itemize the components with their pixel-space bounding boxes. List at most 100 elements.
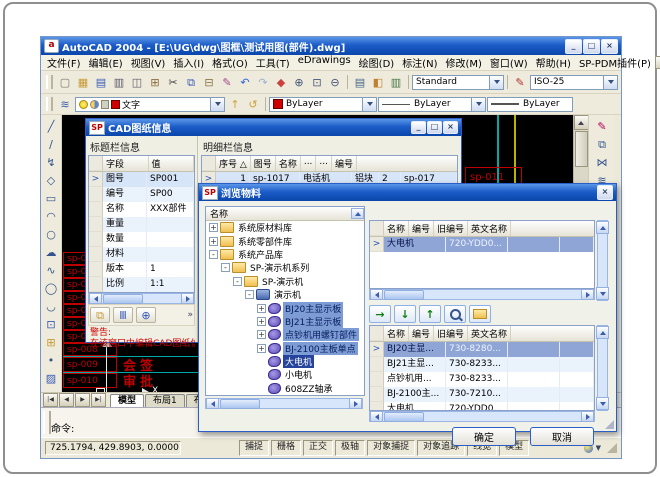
command-window-grab-handle[interactable] (43, 411, 51, 434)
menu-item[interactable]: 修改(M) (441, 55, 485, 70)
ellipse-icon[interactable]: ◯ (42, 279, 60, 297)
layout-tab[interactable]: 模型 (110, 394, 144, 407)
menu-item[interactable]: eDrawings (294, 55, 355, 70)
combo-dropdown-icon[interactable] (210, 98, 224, 111)
tree-item[interactable]: + 点钞机用螺钉部件 (206, 328, 364, 341)
scroll-up-icon[interactable] (596, 221, 609, 234)
toolbar-grip[interactable] (46, 75, 53, 89)
column-header[interactable]: 字段 (103, 156, 149, 171)
copy-object-icon[interactable]: ⧉ (593, 135, 611, 153)
lineweight-combo[interactable]: ByLayer (487, 97, 573, 112)
zoom-window-icon[interactable]: ⊡ (308, 74, 326, 90)
field-row[interactable]: 名称 XXX部件 (89, 202, 194, 217)
column-header[interactable]: 名称 (384, 326, 409, 341)
column-header[interactable]: ... (316, 156, 332, 171)
field-value-cell[interactable] (147, 247, 194, 262)
scroll-left-icon[interactable] (370, 411, 383, 422)
tree-item-label[interactable]: 系统零部件库 (236, 235, 294, 248)
selected-vscrollbar[interactable] (597, 325, 608, 411)
tree-item-label[interactable]: 大电机 (283, 355, 314, 368)
pan-realtime-icon[interactable]: ◆ (272, 74, 290, 90)
selected-row[interactable]: 点钞机用... 730-8233... (370, 372, 594, 387)
field-value-cell[interactable] (147, 232, 194, 247)
menu-item[interactable]: SP-PDM插件(P) (575, 55, 655, 70)
revision-cloud-icon[interactable]: ☁ (42, 243, 60, 261)
scroll-down-icon[interactable] (596, 287, 609, 300)
cancel-button[interactable]: 取消 (530, 427, 594, 446)
layer-combo[interactable]: 文字 (75, 97, 225, 112)
text-style-combo[interactable]: Standard (412, 75, 504, 90)
first-tab-icon[interactable]: |◀ (43, 393, 58, 407)
scrollbar-thumb[interactable] (103, 294, 143, 304)
send-to-list-icon[interactable]: → (369, 305, 391, 323)
field-value-cell[interactable]: SP001 (147, 172, 194, 187)
selected-hscrollbar[interactable] (369, 411, 595, 422)
layout-tab[interactable]: 布局1 (145, 394, 185, 407)
tree-toggle-icon[interactable]: + (257, 344, 266, 353)
column-header[interactable]: 旧编号 (434, 326, 468, 341)
combo-dropdown-icon[interactable] (471, 98, 485, 111)
tree-item-label[interactable]: 系统产品库 (236, 248, 285, 261)
result-row[interactable]: > 大电机 720-YDD0... (370, 237, 594, 252)
make-block-icon[interactable]: ⊞ (42, 333, 60, 351)
publish-icon[interactable]: ⊞ (146, 74, 164, 90)
dim-style-combo[interactable]: ISO-25 (530, 75, 618, 90)
mdi-minimize-button[interactable]: _ (655, 56, 660, 69)
tree-toggle-icon[interactable]: - (233, 277, 242, 286)
close-button[interactable]: × (601, 39, 618, 54)
toolbar-grip[interactable] (46, 97, 53, 111)
field-row[interactable]: 重量 (89, 217, 194, 232)
status-toggle[interactable]: 栅格 (271, 440, 301, 456)
resize-grip-icon[interactable] (607, 443, 617, 453)
tree-toggle-icon[interactable]: - (245, 290, 254, 299)
menu-item[interactable]: 帮助(H) (532, 55, 575, 70)
column-header[interactable]: 编号 (332, 156, 357, 171)
scrollbar-thumb[interactable] (575, 131, 588, 167)
tree-item[interactable]: 大电机 (206, 355, 364, 368)
layers-icon[interactable]: ≋ (56, 96, 74, 112)
selected-row[interactable]: > BJ20主显... 730-8280... (370, 342, 594, 357)
tree-item-label[interactable]: BJ-2100主板单点 (283, 342, 358, 355)
plot-preview-icon[interactable]: ◫ (128, 74, 146, 90)
tree-toggle-icon[interactable]: + (257, 330, 266, 339)
tree-hscrollbar[interactable] (205, 398, 363, 409)
scroll-up-icon[interactable] (351, 208, 364, 219)
hatch-icon[interactable]: ▨ (42, 369, 60, 387)
field-row[interactable]: 比例 1:1 (89, 277, 194, 292)
column-header[interactable]: 编号 (409, 221, 434, 236)
combo-dropdown-icon[interactable] (489, 76, 503, 89)
open-icon[interactable]: ▦ (74, 74, 92, 90)
tree-item-label[interactable]: 系统原材料库 (236, 221, 294, 234)
linetype-combo[interactable]: ByLayer (378, 97, 486, 112)
column-header[interactable]: 序号 △ (216, 156, 251, 171)
scrollbar-thumb[interactable] (384, 412, 424, 422)
column-header[interactable]: 名称 (384, 221, 409, 236)
layer-previous-icon[interactable]: ↺ (244, 96, 262, 112)
tree-toggle-icon[interactable]: + (209, 223, 218, 232)
tree-toggle-icon[interactable]: - (221, 263, 230, 272)
field-row[interactable]: 版本 1 (89, 262, 194, 277)
tree-item[interactable]: 小电机 (206, 368, 364, 381)
polyline-icon[interactable]: ↯ (42, 153, 60, 171)
status-toggle[interactable]: 对象捕捉 (367, 440, 415, 456)
menu-item[interactable]: 标注(N) (398, 55, 441, 70)
scroll-left-icon[interactable] (206, 398, 219, 409)
refresh-settings-icon[interactable]: ⊕ (136, 307, 156, 323)
toolbar-overflow-icon[interactable]: » (187, 310, 193, 320)
status-toggle[interactable]: 极轴 (335, 440, 365, 456)
prev-tab-icon[interactable]: ◀ (59, 393, 74, 407)
line-icon[interactable]: ╱ (42, 117, 60, 135)
rectangle-icon[interactable]: ▭ (42, 189, 60, 207)
make-object-layer-current-icon[interactable]: ↑ (226, 96, 244, 112)
dialog-resize-grip[interactable] (605, 420, 614, 429)
field-row[interactable]: 编号 SP00 (89, 187, 194, 202)
tree-item-label[interactable]: 点钞机用螺钉部件 (283, 328, 359, 341)
status-toggle[interactable]: 捕捉 (239, 440, 269, 456)
column-header[interactable]: 英文名称 (468, 326, 511, 341)
scroll-up-icon[interactable] (596, 326, 609, 339)
cut-icon[interactable]: ✂ (164, 74, 182, 90)
scroll-right-icon[interactable] (581, 411, 594, 422)
zoom-realtime-icon[interactable]: ⊕ (290, 74, 308, 90)
scroll-right-icon[interactable] (181, 293, 194, 304)
fields-hscrollbar[interactable] (88, 293, 195, 304)
